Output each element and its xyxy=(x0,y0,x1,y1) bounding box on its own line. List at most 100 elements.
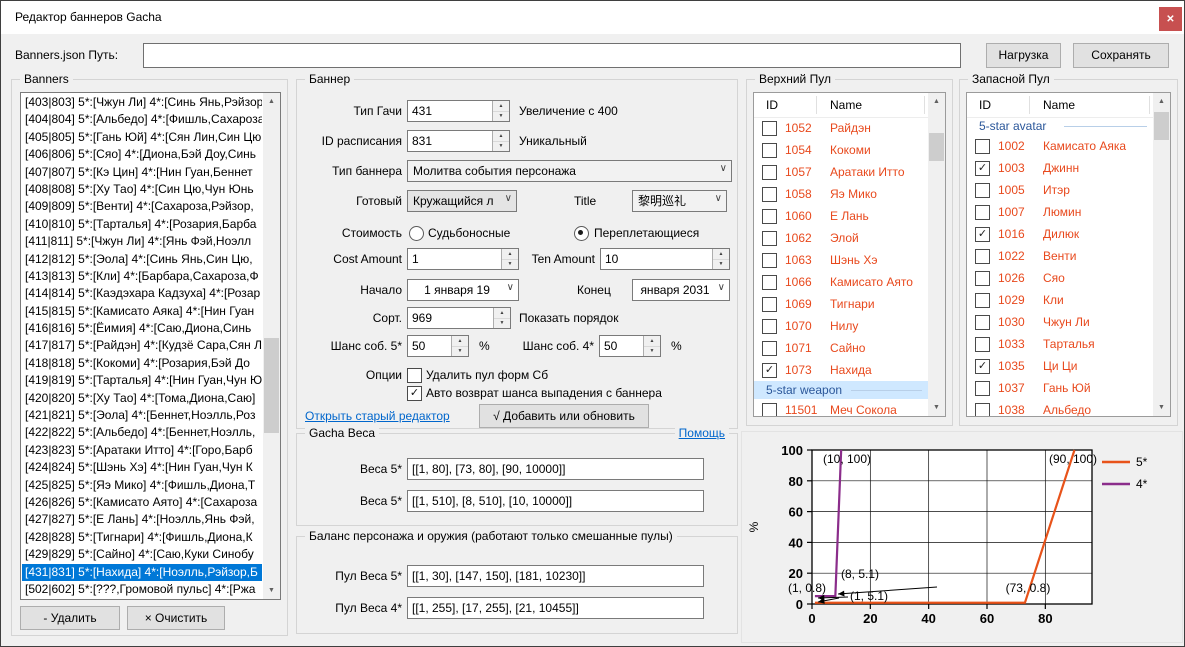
pool-checkbox[interactable] xyxy=(975,337,990,352)
add-or-update-button[interactable]: √ Добавить или обновить xyxy=(479,404,649,428)
pool-checkbox[interactable] xyxy=(762,231,777,246)
clear-banners-button[interactable]: × Очистить xyxy=(127,606,225,630)
pool-row[interactable]: 1029Кли xyxy=(967,289,1153,311)
reserve-pool-scrollbar[interactable]: ▲ ▼ xyxy=(1153,93,1170,416)
pool-row[interactable]: 1057Аратаки Итто xyxy=(754,161,928,183)
prefab-combo[interactable]: Кружащийся л ∨ xyxy=(407,190,517,212)
banner-list-item[interactable]: [426|826] 5*:[Камисато Аято] 4*:[Сахароз… xyxy=(22,494,262,511)
banner-list-item[interactable]: [418|818] 5*:[Кокоми] 4*:[Розария,Бэй До xyxy=(22,355,262,372)
spin-down-icon[interactable]: ▼ xyxy=(493,141,509,151)
pool-row[interactable]: 1026Сяо xyxy=(967,267,1153,289)
spin-down-icon[interactable]: ▼ xyxy=(452,346,468,356)
banner-list-item[interactable]: [408|808] 5*:[Ху Тао] 4*:[Син Цю,Чун Юнь xyxy=(22,181,262,198)
scroll-up-icon[interactable]: ▲ xyxy=(928,93,945,110)
banner-list-item[interactable]: [429|829] 5*:[Сайно] 4*:[Саю,Куки Синобу xyxy=(22,546,262,563)
upper-pool-table[interactable]: ID Name 1052Райдэн1054Кокоми1057Аратаки … xyxy=(753,92,946,417)
banner-list-item[interactable]: [407|807] 5*:[Кэ Цин] 4*:[Нин Гуан,Бенне… xyxy=(22,164,262,181)
spin-down-icon[interactable]: ▼ xyxy=(502,259,518,269)
save-button[interactable]: Сохранять xyxy=(1073,43,1169,68)
pool-row[interactable]: ✓1073Нахида xyxy=(754,359,928,381)
pool-row[interactable]: 1066Камисато Аято xyxy=(754,271,928,293)
pool4-weight-input[interactable]: [[1, 255], [17, 255], [21, 10455]] xyxy=(407,597,704,619)
pool-row[interactable]: 1037Гань Юй xyxy=(967,377,1153,399)
chance5-spinner[interactable]: 50 ▲ ▼ xyxy=(407,335,469,357)
option-auto-return-checkbox[interactable]: ✓ xyxy=(407,386,422,401)
pool-checkbox[interactable]: ✓ xyxy=(975,227,990,242)
scroll-down-icon[interactable]: ▼ xyxy=(263,582,280,599)
pool-row[interactable]: 1007Люмин xyxy=(967,201,1153,223)
pool-row[interactable]: 1062Элой xyxy=(754,227,928,249)
pool-row[interactable]: 1070Нилу xyxy=(754,315,928,337)
banner-list-item[interactable]: [424|824] 5*:[Шэнь Хэ] 4*:[Нин Гуан,Чун … xyxy=(22,459,262,476)
path-input[interactable] xyxy=(143,43,961,68)
pool-checkbox[interactable] xyxy=(975,293,990,308)
pool-row[interactable]: 11501Меч Сокола xyxy=(754,399,928,416)
pool-checkbox[interactable] xyxy=(762,143,777,158)
pool-checkbox[interactable] xyxy=(762,403,777,416)
scroll-down-icon[interactable]: ▼ xyxy=(1153,399,1170,416)
pool-checkbox[interactable] xyxy=(762,187,777,202)
pool-checkbox[interactable] xyxy=(762,165,777,180)
banner-list-item[interactable]: [419|819] 5*:[Тарталья] 4*:[Нин Гуан,Чун… xyxy=(22,372,262,389)
pool-checkbox[interactable] xyxy=(975,403,990,416)
banner-list-item[interactable]: [420|820] 5*:[Ху Тао] 4*:[Тома,Диона,Саю… xyxy=(22,390,262,407)
scroll-thumb[interactable] xyxy=(929,133,944,161)
banner-list-item[interactable]: [423|823] 5*:[Аратаки Итто] 4*:[Горо,Бар… xyxy=(22,442,262,459)
banners-list[interactable]: [403|803] 5*:[Чжун Ли] 4*:[Синь Янь,Рэйз… xyxy=(20,92,281,600)
pool-checkbox[interactable] xyxy=(762,209,777,224)
spin-down-icon[interactable]: ▼ xyxy=(494,318,510,328)
pool-checkbox[interactable] xyxy=(975,271,990,286)
pool-row[interactable]: 1005Итэр xyxy=(967,179,1153,201)
upper-pool-scrollbar[interactable]: ▲ ▼ xyxy=(928,93,945,416)
pool-row[interactable]: 1058Яэ Мико xyxy=(754,183,928,205)
pool-checkbox[interactable] xyxy=(975,205,990,220)
pool-row[interactable]: 1002Камисато Аяка xyxy=(967,135,1153,157)
pool-checkbox[interactable] xyxy=(975,139,990,154)
pool-row[interactable]: ✓1003Джинн xyxy=(967,157,1153,179)
title-combo[interactable]: 黎明巡礼 ∨ xyxy=(632,190,727,212)
pool-row[interactable]: 1033Тарталья xyxy=(967,333,1153,355)
pool-row[interactable]: ✓1035Ци Ци xyxy=(967,355,1153,377)
pool-row[interactable]: 1063Шэнь Хэ xyxy=(754,249,928,271)
banner-list-item[interactable]: [414|814] 5*:[Каэдэхара Кадзуха] 4*:[Роз… xyxy=(22,285,262,302)
pool-row[interactable]: 1060Е Лань xyxy=(754,205,928,227)
pool-checkbox[interactable] xyxy=(975,183,990,198)
banner-list-item[interactable]: [431|831] 5*:[Нахида] 4*:[Ноэлль,Рэйзор,… xyxy=(22,564,262,581)
pool5-weight-input[interactable]: [[1, 30], [147, 150], [181, 10230]] xyxy=(407,565,704,587)
pool-checkbox[interactable] xyxy=(762,297,777,312)
banner-list-item[interactable]: [415|815] 5*:[Камисато Аяка] 4*:[Нин Гуа… xyxy=(22,303,262,320)
banner-list-item[interactable]: [427|827] 5*:[Е Лань] 4*:[Ноэлль,Янь Фэй… xyxy=(22,511,262,528)
delete-banner-button[interactable]: - Удалить xyxy=(20,606,120,630)
banner-list-item[interactable]: [405|805] 5*:[Гань Юй] 4*:[Сян Лин,Син Ц… xyxy=(22,129,262,146)
pool-checkbox[interactable] xyxy=(762,253,777,268)
pool-checkbox[interactable] xyxy=(975,315,990,330)
banner-list-item[interactable]: [412|812] 5*:[Эола] 4*:[Синь Янь,Син Цю, xyxy=(22,251,262,268)
spin-down-icon[interactable]: ▼ xyxy=(713,259,729,269)
begin-date-combo[interactable]: 1 января 19 ∨ xyxy=(407,279,519,301)
pool-checkbox[interactable] xyxy=(762,121,777,136)
spin-down-icon[interactable]: ▼ xyxy=(493,111,509,121)
scroll-thumb[interactable] xyxy=(1154,112,1169,140)
scroll-down-icon[interactable]: ▼ xyxy=(928,399,945,416)
weight5a-input[interactable]: [[1, 80], [73, 80], [90, 10000]] xyxy=(407,458,704,480)
banner-list-item[interactable]: [502|602] 5*:[???,Громовой пульс] 4*:[Рж… xyxy=(22,581,262,598)
banner-list-item[interactable]: [409|809] 5*:[Венти] 4*:[Сахароза,Рэйзор… xyxy=(22,198,262,215)
scroll-up-icon[interactable]: ▲ xyxy=(263,93,280,110)
banner-list-item[interactable]: [417|817] 5*:[Райдэн] 4*:[Кудзё Сара,Сян… xyxy=(22,337,262,354)
pool-checkbox[interactable] xyxy=(762,341,777,356)
gacha-type-spinner[interactable]: 431 ▲ ▼ xyxy=(407,100,510,122)
pool-row[interactable]: 1054Кокоми xyxy=(754,139,928,161)
banner-list-item[interactable]: [422|822] 5*:[Альбедо] 4*:[Беннет,Ноэлль… xyxy=(22,424,262,441)
pool-row[interactable]: 1052Райдэн xyxy=(754,117,928,139)
cost-amount-spinner[interactable]: 1 ▲ ▼ xyxy=(407,248,519,270)
banner-list-item[interactable]: [406|806] 5*:[Сяо] 4*:[Диона,Бэй Доу,Син… xyxy=(22,146,262,163)
banner-list-item[interactable]: [421|821] 5*:[Эола] 4*:[Беннет,Ноэлль,Ро… xyxy=(22,407,262,424)
pool-row[interactable]: 1030Чжун Ли xyxy=(967,311,1153,333)
banner-list-item[interactable]: [413|813] 5*:[Кли] 4*:[Барбара,Сахароза,… xyxy=(22,268,262,285)
pool-checkbox[interactable] xyxy=(762,275,777,290)
pool-row[interactable]: 1071Сайно xyxy=(754,337,928,359)
pool-checkbox[interactable]: ✓ xyxy=(975,161,990,176)
pool-row[interactable]: 1022Венти xyxy=(967,245,1153,267)
banner-list-item[interactable]: [428|828] 5*:[Тигнари] 4*:[Фишль,Диона,К xyxy=(22,529,262,546)
weight5b-input[interactable]: [[1, 510], [8, 510], [10, 10000]] xyxy=(407,490,704,512)
